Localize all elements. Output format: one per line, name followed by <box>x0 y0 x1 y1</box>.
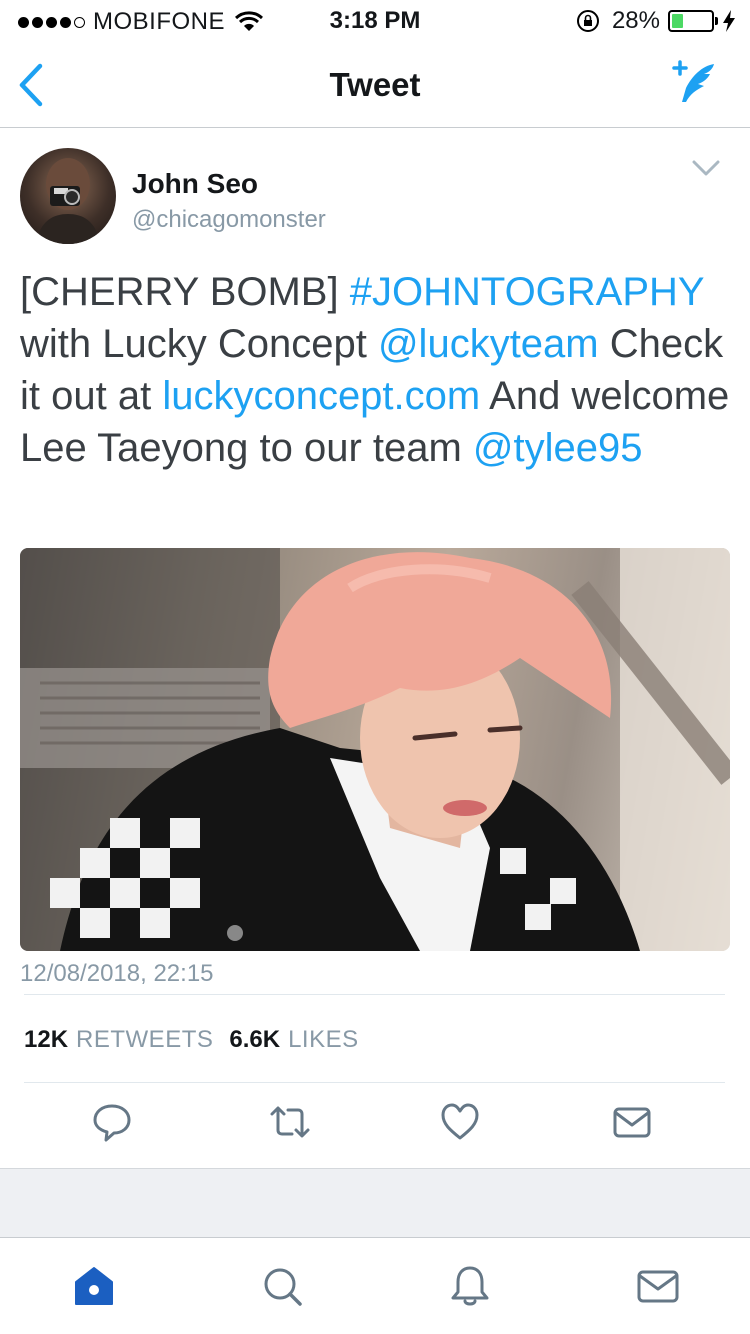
tweet-actions <box>0 1100 750 1152</box>
direct-message-icon[interactable] <box>612 1100 652 1144</box>
media-photo <box>20 548 730 951</box>
status-right: 28% <box>576 7 736 35</box>
battery-cap <box>715 17 718 25</box>
tweet-stats: 12K RETWEETS 6.6K LIKES <box>24 1026 375 1054</box>
likes-count[interactable]: 6.6K <box>229 1026 280 1054</box>
page-title: Tweet <box>329 66 421 103</box>
mention-link[interactable]: @tylee95 <box>473 426 643 470</box>
hashtag-link[interactable]: #JOHNTOGRAPHY <box>350 270 704 314</box>
tweet-media-image[interactable] <box>20 548 730 951</box>
battery-icon <box>668 10 714 32</box>
author-handle[interactable]: @chicagomonster <box>132 206 326 234</box>
status-bar: MOBIFONE 3:18 PM 28% <box>0 0 750 40</box>
divider <box>24 1082 725 1083</box>
search-icon[interactable] <box>260 1264 304 1308</box>
battery-level <box>672 14 683 28</box>
notifications-icon[interactable] <box>448 1264 492 1308</box>
avatar[interactable] <box>20 148 116 244</box>
retweets-label[interactable]: RETWEETS <box>76 1026 213 1054</box>
compose-feather-icon[interactable] <box>668 58 720 106</box>
tweet-text: [CHERRY BOMB] #JOHNTOGRAPHY with Lucky C… <box>20 266 735 474</box>
tab-bar <box>0 1238 750 1334</box>
author-name[interactable]: John Seo <box>132 168 258 200</box>
retweets-count[interactable]: 12K <box>24 1026 68 1054</box>
tweet-timestamp: 12/08/2018, 22:15 <box>20 960 214 987</box>
mention-link[interactable]: @luckyteam <box>378 322 599 366</box>
charging-bolt-icon <box>723 10 735 32</box>
tweet-text-part: [CHERRY BOMB] <box>20 270 350 314</box>
url-link[interactable]: luckyconcept.com <box>162 374 480 418</box>
battery-percent: 28% <box>611 7 660 34</box>
chevron-down-icon[interactable] <box>692 158 720 178</box>
rotation-lock-icon <box>576 10 599 32</box>
separator-band <box>0 1168 750 1238</box>
like-icon[interactable] <box>440 1100 480 1144</box>
tweet-text-part: with Lucky Concept <box>20 322 378 366</box>
avatar-photo <box>36 158 100 244</box>
nav-bar: Tweet <box>0 40 750 128</box>
reply-icon[interactable] <box>92 1100 132 1144</box>
messages-icon[interactable] <box>636 1264 680 1308</box>
likes-label[interactable]: LIKES <box>288 1026 359 1054</box>
home-icon[interactable] <box>72 1264 116 1308</box>
retweet-icon[interactable] <box>268 1100 312 1144</box>
divider <box>24 994 725 995</box>
